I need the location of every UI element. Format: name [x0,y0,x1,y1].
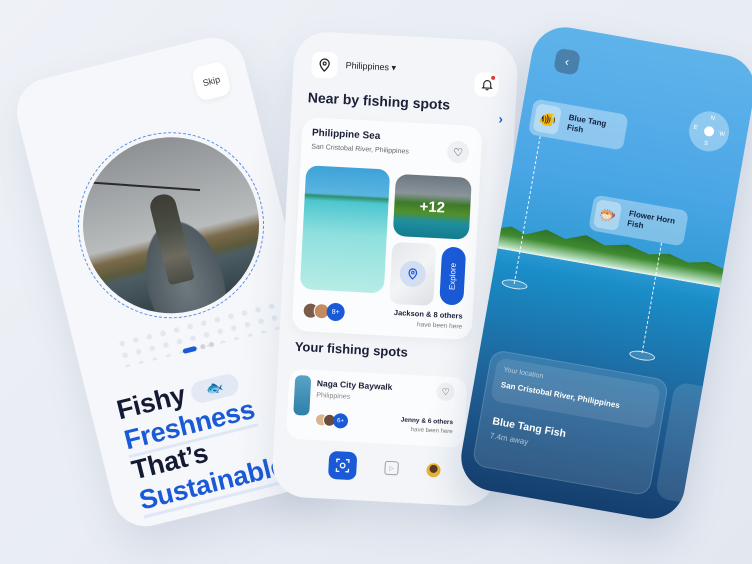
visitors-summary: Jenny & 6 others have been here [400,416,454,436]
heart-icon: ♡ [452,146,464,159]
fish-tag-name: Flower Horn Fish [626,208,676,231]
visitors-main-text: Jenny & 6 others [400,416,454,427]
spot-map-tile[interactable] [389,241,437,307]
caret-down-icon: ▾ [391,62,397,73]
spot-name: Naga City Baywalk [316,378,393,393]
visitors-sub-text: have been here [416,321,463,331]
tab-scan[interactable] [327,450,358,481]
spot-thumbnail [293,374,312,416]
blue-tang-fish-icon: 🐠 [532,103,563,136]
water-ripple-marker[interactable] [628,348,656,363]
location-pin-icon [319,58,330,72]
skip-button[interactable]: Skip [190,60,232,102]
compass-south: S [703,140,709,148]
fish-tag-flower-horn[interactable]: 🐡 Flower Horn Fish [588,194,689,247]
location-value: Philippines [345,60,390,73]
explore-button[interactable]: Explore [439,246,467,306]
compass-north: N [709,115,716,123]
visitors-main-text: Jackson & 8 others [393,308,463,321]
spot-photo-beach[interactable] [299,165,391,294]
favorite-button[interactable]: ♡ [446,140,470,164]
spot-address: Philippines [316,392,351,401]
favorite-section-title: Your fishing spots [294,338,409,360]
fishing-rod [90,181,201,192]
water-ripple-marker[interactable] [501,277,529,292]
your-location-label: Your location [502,366,544,381]
location-dropdown[interactable]: Philippines ▾ [345,60,396,74]
fish-tag-name: Blue Tang Fish [566,112,608,135]
visitor-count-badge: 8+ [326,302,346,322]
nearest-fish-card[interactable]: Your location San Cristobal River, Phili… [471,349,670,497]
nearest-fish-distance: 7.4m away [489,431,529,447]
chevron-left-icon: ‹ [563,54,571,69]
notification-badge [491,75,496,80]
spot-address: San Cristobal River, Philippines [311,143,409,156]
favorite-spot-card[interactable]: Naga City Baywalk Philippines ♡ 6+ Jenny… [285,368,468,448]
spot-photo-island[interactable]: +12 [392,173,472,240]
page-dot[interactable] [199,343,206,350]
visitor-count-badge: 6+ [332,412,349,429]
tab-video[interactable]: ▷ [384,460,399,476]
bell-icon [480,80,493,91]
visitor-avatars: 6+ [314,412,349,429]
nearby-section-title: Near by fishing spots [307,89,451,113]
notifications-button[interactable] [474,71,500,98]
your-location-value: San Cristobal River, Philippines [500,380,621,410]
scan-fish-icon [335,458,350,473]
hero-photo-fisherman [64,118,278,332]
spot-name: Philippine Sea [311,127,381,143]
featured-spot-card[interactable]: Philippine Sea San Cristobal River, Phil… [291,116,483,341]
fish-tag-blue-tang[interactable]: 🐠 Blue Tang Fish [527,98,629,151]
more-photos-count: +12 [419,197,446,217]
favorite-button[interactable]: ♡ [436,382,456,402]
angler-figure [147,191,195,286]
map-pin-icon [408,268,418,280]
compass-east: E [693,124,699,132]
nearby-see-all-chevron-icon[interactable]: › [498,111,503,126]
compass-center-icon [703,125,715,138]
top-bar: Philippines ▾ [310,51,504,98]
flower-horn-fish-icon: 🐡 [592,199,623,232]
fish-marker-line [513,136,541,284]
visitor-avatars: 8+ [302,301,346,322]
back-button[interactable]: ‹ [553,47,581,76]
play-icon: ▷ [389,465,395,472]
tab-profile-avatar[interactable] [426,462,441,478]
page-dot[interactable] [208,341,215,348]
compass-widget[interactable]: N E W S [685,108,733,155]
onboarding-headline: Fishy 🐟 Freshness That’s Sustainable. [114,358,297,519]
visitors-sub-text: have been here [410,427,453,436]
hero-photo-ring [58,112,284,338]
heart-icon: ♡ [441,386,450,397]
visitors-summary: Jackson & 8 others have been here [393,308,463,331]
compass-west: W [718,131,726,139]
location-button[interactable] [310,51,339,79]
